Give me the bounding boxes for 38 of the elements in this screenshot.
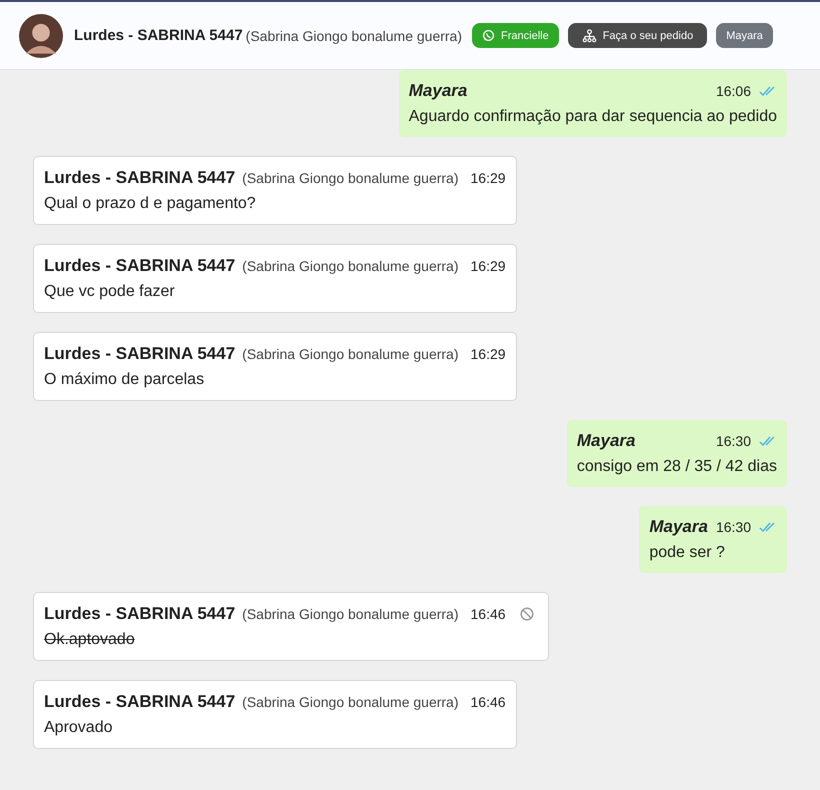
header-button[interactable]: Faça o seu pedido xyxy=(568,23,708,48)
message-time: 16:29 xyxy=(470,258,506,274)
sender-detail: (Sabrina Giongo bonalume guerra) xyxy=(242,694,459,710)
sender-detail: (Sabrina Giongo bonalume guerra) xyxy=(242,258,459,274)
sender-detail: (Sabrina Giongo bonalume guerra) xyxy=(242,606,459,622)
deleted-icon xyxy=(520,607,534,621)
whatsapp-icon xyxy=(482,29,496,42)
message-text: Aguardo confirmação para dar sequencia ao pedido xyxy=(408,108,777,126)
sender-name: Lurdes - SABRINA 5447 xyxy=(44,256,236,276)
message-text: O máximo de parcelas xyxy=(44,371,206,389)
sender-name: Mayara xyxy=(649,517,708,537)
message-text: Ok.aptovado xyxy=(44,631,136,649)
hierarchy-icon xyxy=(582,28,597,42)
sender-name: Lurdes - SABRINA 5447 xyxy=(44,604,236,624)
sender-name: Lurdes - SABRINA 5447 xyxy=(44,168,236,188)
sender-name: Mayara xyxy=(408,81,468,101)
sender-detail: (Sabrina Giongo bonalume guerra) xyxy=(242,346,459,362)
message-time: 16:30 xyxy=(716,519,751,535)
sender-name: Lurdes - SABRINA 5447 xyxy=(44,344,236,364)
message-time: 16:46 xyxy=(470,694,506,710)
message-text: Aprovado xyxy=(44,719,114,737)
message-text: Qual o prazo d e pagamento? xyxy=(44,195,257,213)
contact-name: Lurdes - SABRINA 5447 xyxy=(74,27,243,44)
sender-name: Mayara xyxy=(576,431,636,451)
message-text: Que vc pode fazer xyxy=(44,283,176,301)
avatar xyxy=(19,14,63,58)
contact-subtitle: (Sabrina Giongo bonalume guerra) xyxy=(246,28,462,44)
message-time: 16:46 xyxy=(470,606,506,622)
message-text: pode ser ? xyxy=(649,544,726,562)
sender-detail: (Sabrina Giongo bonalume guerra) xyxy=(242,170,459,186)
message-time: 16:06 xyxy=(716,83,751,99)
message-text: consigo em 28 / 35 / 42 dias xyxy=(576,458,777,476)
sender-name: Lurdes - SABRINA 5447 xyxy=(44,692,236,712)
header-button[interactable]: Francielle xyxy=(472,23,559,48)
message-time: 16:29 xyxy=(470,346,506,362)
header-button[interactable]: Mayara xyxy=(716,23,773,48)
message-time: 16:29 xyxy=(470,170,506,186)
message-time: 16:30 xyxy=(716,433,751,449)
